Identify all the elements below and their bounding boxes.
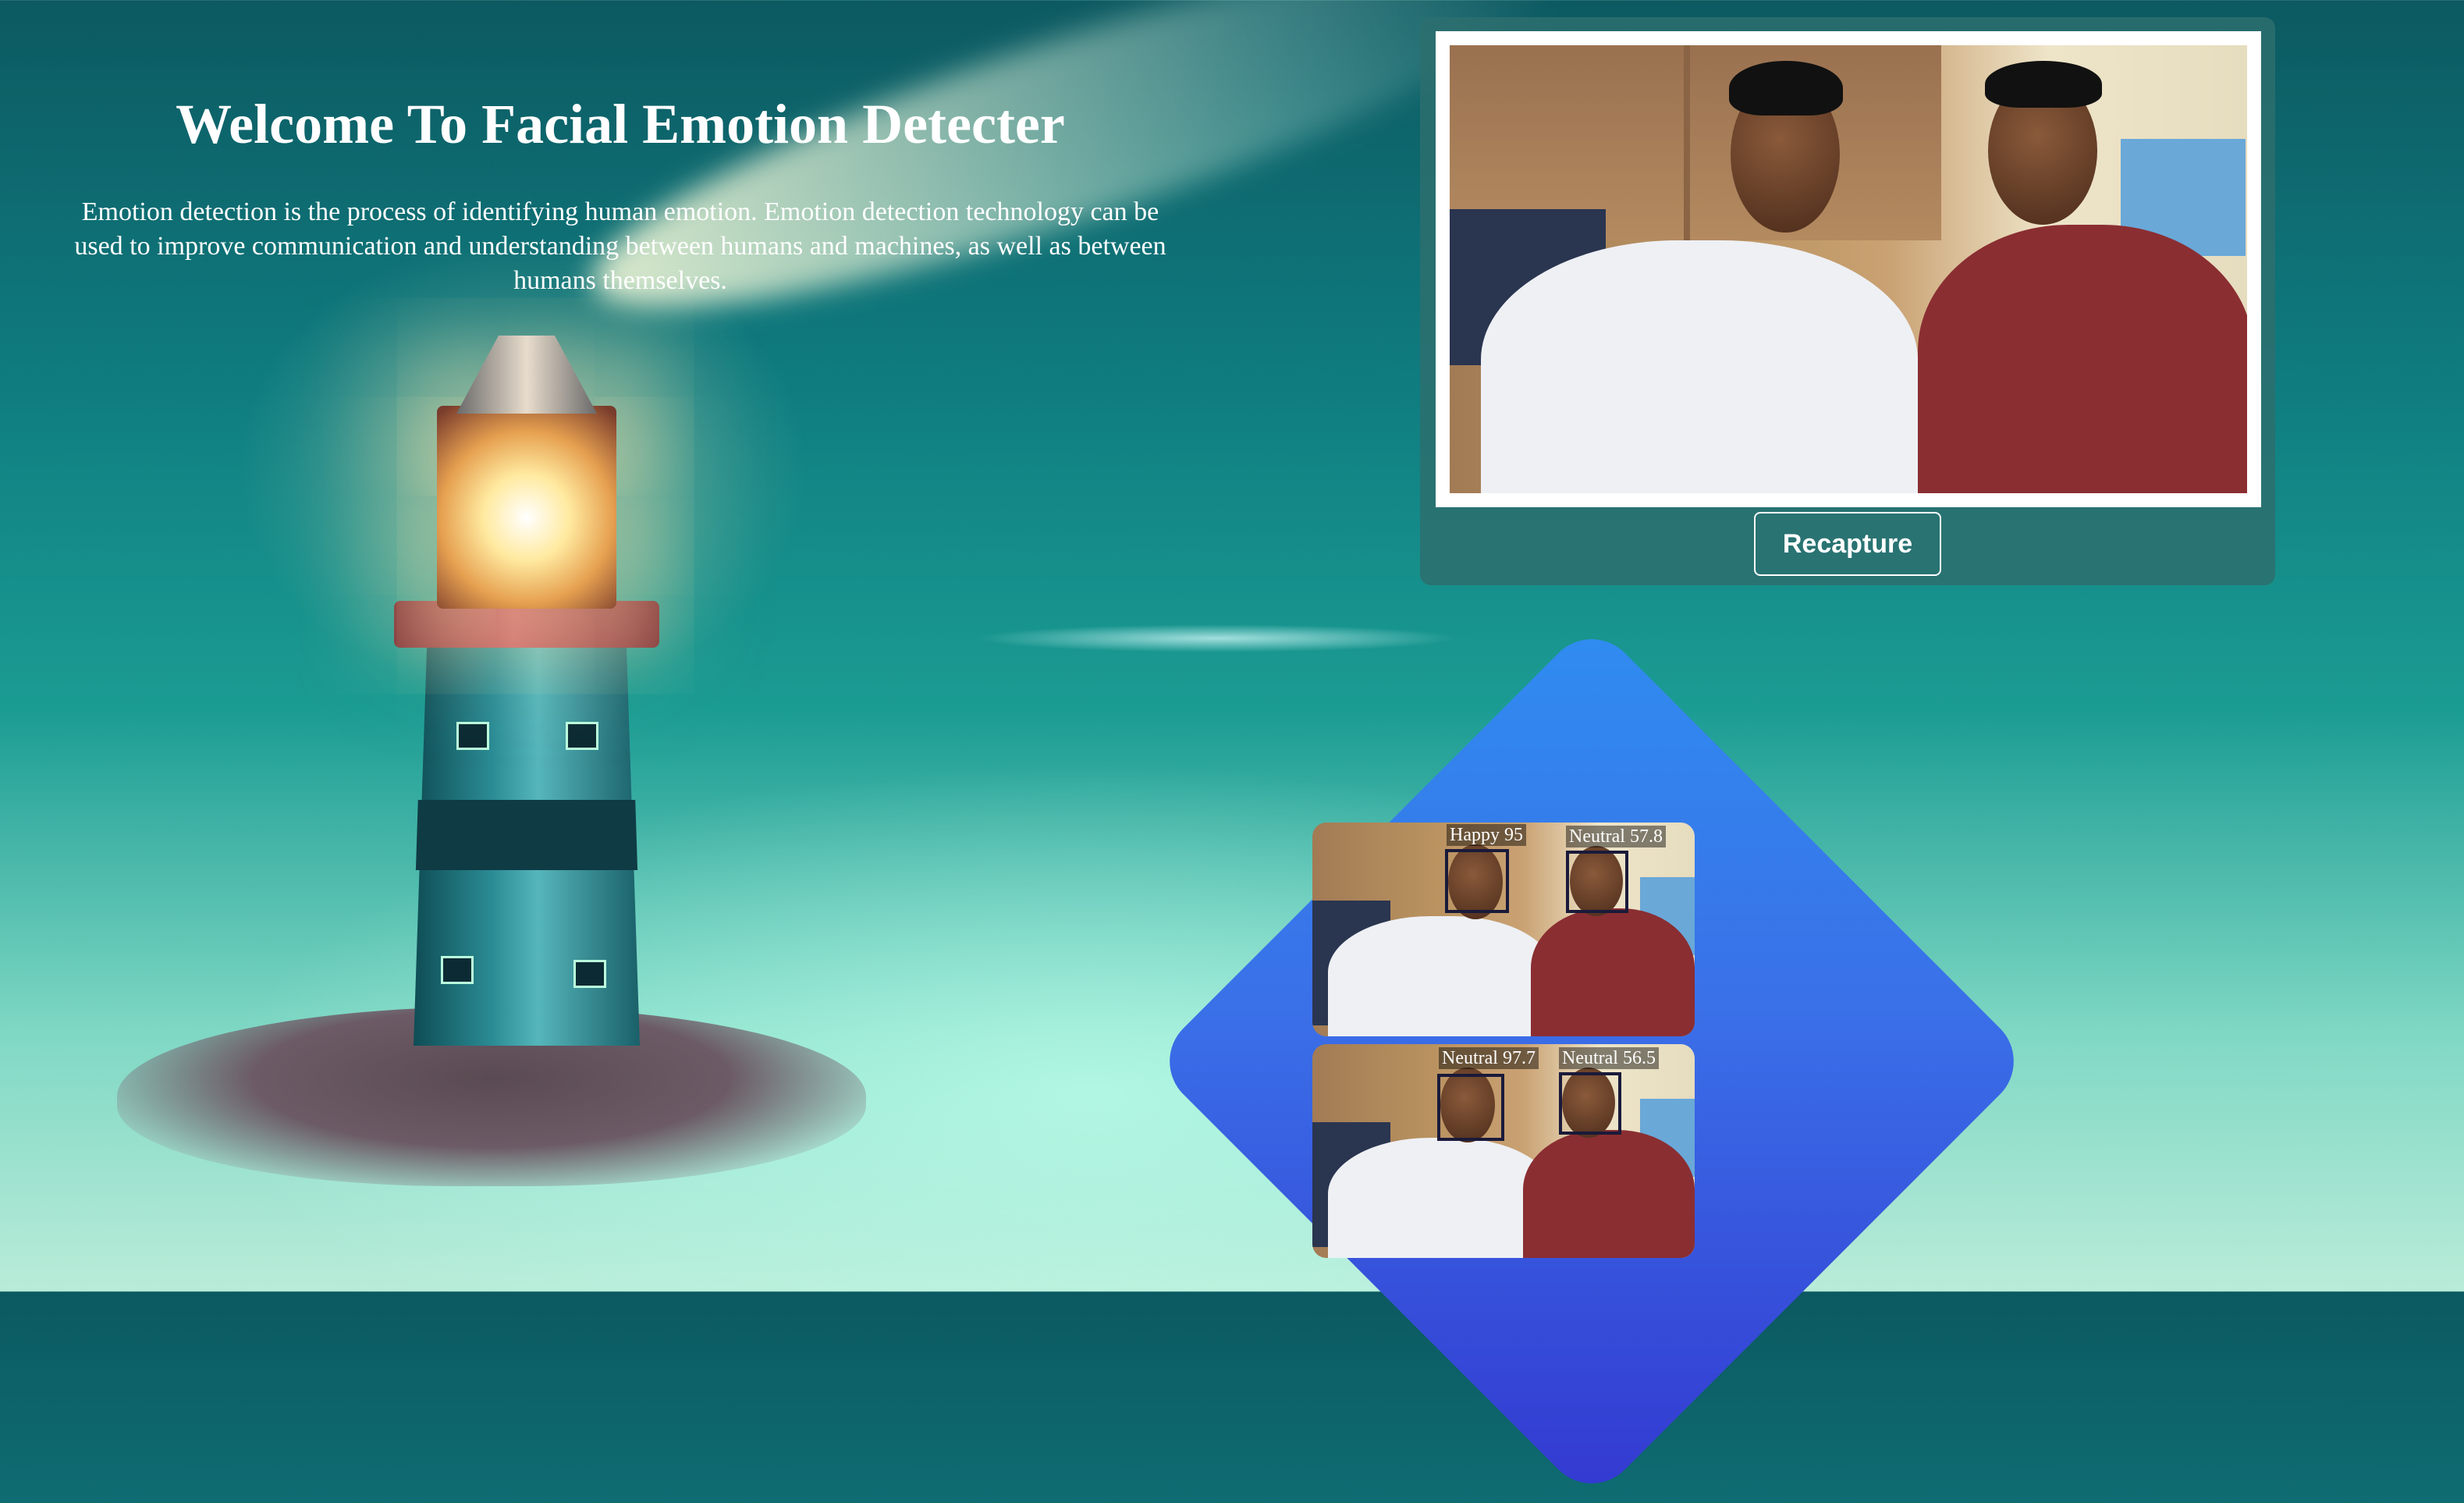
person-right <box>1918 225 2247 493</box>
result-image-1: Happy 95 Neutral 57.8 <box>1312 823 1695 1036</box>
capture-panel: Recapture <box>1420 17 2275 585</box>
emotion-label: Happy 95 <box>1447 824 1526 846</box>
lighthouse-band <box>415 800 638 870</box>
emotion-label: Neutral 97.7 <box>1439 1047 1539 1069</box>
lighthouse-lantern <box>437 406 616 609</box>
lighthouse-window <box>566 722 598 750</box>
lighthouse-window <box>456 722 489 750</box>
recapture-button[interactable]: Recapture <box>1754 512 1941 576</box>
face-box <box>1566 851 1628 913</box>
water-glint <box>975 624 1459 652</box>
lighthouse-window <box>441 956 474 984</box>
captured-photo-frame <box>1436 31 2261 507</box>
face-box <box>1437 1074 1504 1141</box>
page-description: Emotion detection is the process of iden… <box>74 197 1166 295</box>
lighthouse-window <box>573 960 606 988</box>
emotion-label: Neutral 56.5 <box>1559 1047 1659 1069</box>
face-box <box>1559 1072 1621 1135</box>
lighthouse-roof <box>456 336 597 414</box>
emotion-label: Neutral 57.8 <box>1566 826 1666 847</box>
face-box <box>1445 849 1509 913</box>
person-left <box>1481 240 1918 493</box>
result-image-2: Neutral 97.7 Neutral 56.5 <box>1312 1044 1695 1258</box>
page-title: Welcome To Facial Emotion Detecter <box>176 93 1065 155</box>
captured-photo <box>1450 45 2247 493</box>
